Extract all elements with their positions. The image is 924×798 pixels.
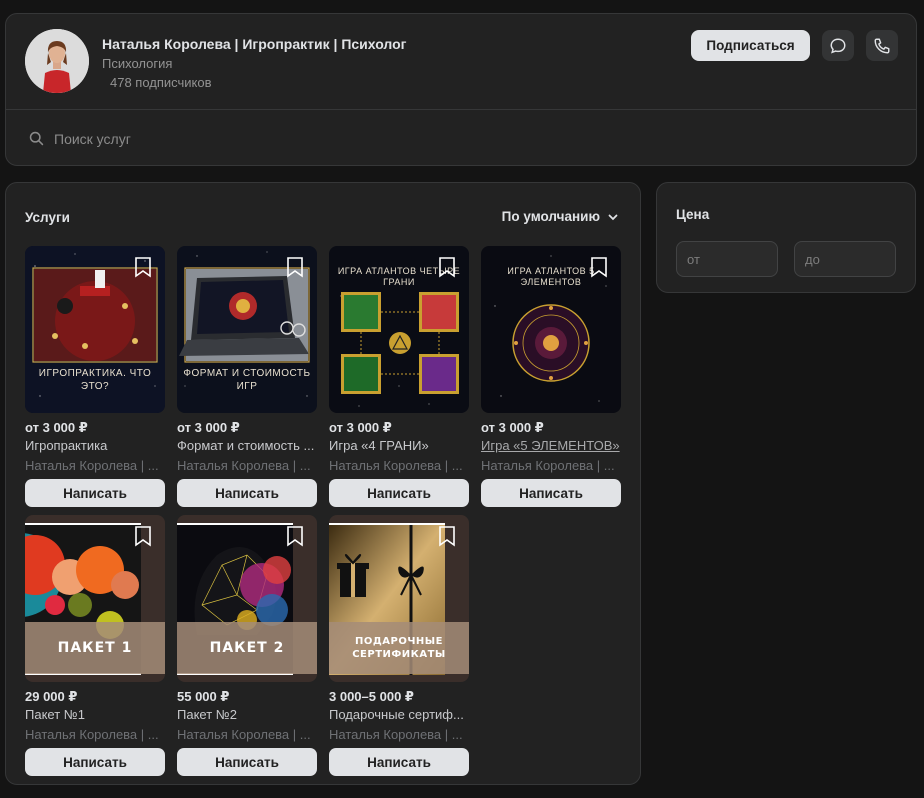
service-seller: Наталья Королева | ... bbox=[329, 727, 463, 742]
services-title: Услуги bbox=[25, 210, 70, 225]
service-name[interactable]: Игра «4 ГРАНИ» bbox=[329, 438, 469, 453]
service-image[interactable]: ПОДАРОЧНЫЕ СЕРТИФИКАТЫ bbox=[329, 515, 469, 682]
community-header: Наталья Королева | Игропрактик | Психоло… bbox=[5, 13, 917, 166]
message-button[interactable] bbox=[822, 30, 854, 61]
message-icon bbox=[830, 38, 846, 53]
search-icon bbox=[29, 131, 44, 146]
service-price: 29 000 ₽ bbox=[25, 689, 78, 704]
service-card[interactable]: ИГРА АТЛАНТОВ 5 ЭЛЕМЕНТОВ от 3 000 ₽ Игр… bbox=[481, 246, 621, 507]
service-name[interactable]: Пакет №2 bbox=[177, 707, 317, 722]
service-price: от 3 000 ₽ bbox=[329, 420, 392, 435]
service-card[interactable]: ПАКЕТ 2 55 000 ₽ Пакет №2 Наталья Короле… bbox=[177, 515, 317, 776]
service-card[interactable]: ФОРМАТ И СТОИМОСТЬ ИГР от 3 000 ₽ Формат… bbox=[177, 246, 317, 507]
service-image-caption: ПОДАРОЧНЫЕ СЕРТИФИКАТЫ bbox=[329, 622, 469, 674]
avatar[interactable] bbox=[25, 29, 89, 93]
phone-icon bbox=[874, 38, 890, 53]
write-button[interactable]: Написать bbox=[177, 748, 317, 776]
write-button[interactable]: Написать bbox=[25, 748, 165, 776]
bookmark-icon[interactable] bbox=[285, 256, 305, 278]
search-input[interactable] bbox=[54, 130, 454, 147]
service-price: от 3 000 ₽ bbox=[481, 420, 544, 435]
price-from-input[interactable] bbox=[676, 241, 778, 277]
write-button[interactable]: Написать bbox=[329, 479, 469, 507]
bookmark-icon[interactable] bbox=[589, 256, 609, 278]
page-title[interactable]: Наталья Королева | Игропрактик | Психоло… bbox=[102, 36, 407, 52]
header-divider bbox=[6, 109, 916, 110]
service-seller: Наталья Королева | ... bbox=[177, 458, 311, 473]
service-card[interactable]: ПОДАРОЧНЫЕ СЕРТИФИКАТЫ 3 000–5 000 ₽ Под… bbox=[329, 515, 469, 776]
service-image-caption: ИГРОПРАКТИКА. ЧТО ЭТО? bbox=[38, 368, 152, 392]
bookmark-icon[interactable] bbox=[133, 256, 153, 278]
service-image[interactable]: ИГРОПРАКТИКА. ЧТО ЭТО? bbox=[25, 246, 165, 413]
service-card[interactable]: ИГРА АТЛАНТОВ ЧЕТЫРЕ ГРАНИ от 3 000 ₽ Иг… bbox=[329, 246, 469, 507]
write-button[interactable]: Написать bbox=[25, 479, 165, 507]
followers-count[interactable]: 478 подписчиков bbox=[110, 75, 212, 90]
price-to-input[interactable] bbox=[794, 241, 896, 277]
service-image-caption: ПАКЕТ 1 bbox=[25, 622, 165, 674]
service-image[interactable]: ИГРА АТЛАНТОВ ЧЕТЫРЕ ГРАНИ bbox=[329, 246, 469, 413]
service-name[interactable]: Пакет №1 bbox=[25, 707, 165, 722]
page-category[interactable]: Психология bbox=[102, 56, 172, 71]
service-name[interactable]: Формат и стоимость ... bbox=[177, 438, 317, 453]
chevron-down-icon bbox=[608, 214, 618, 220]
service-image[interactable]: ПАКЕТ 1 bbox=[25, 515, 165, 682]
service-card[interactable]: ПАКЕТ 1 29 000 ₽ Пакет №1 Наталья Короле… bbox=[25, 515, 165, 776]
write-button[interactable]: Написать bbox=[329, 748, 469, 776]
service-image[interactable]: ПАКЕТ 2 bbox=[177, 515, 317, 682]
service-name[interactable]: Игропрактика bbox=[25, 438, 165, 453]
service-name[interactable]: Игра «5 ЭЛЕМЕНТОВ» bbox=[481, 438, 621, 453]
sort-label: По умолчанию bbox=[501, 209, 600, 224]
bookmark-icon[interactable] bbox=[437, 256, 457, 278]
bookmark-icon[interactable] bbox=[285, 525, 305, 547]
bookmark-icon[interactable] bbox=[437, 525, 457, 547]
service-price: 55 000 ₽ bbox=[177, 689, 230, 704]
service-image-caption: ПАКЕТ 2 bbox=[177, 622, 317, 674]
service-price: от 3 000 ₽ bbox=[177, 420, 240, 435]
write-button[interactable]: Написать bbox=[481, 479, 621, 507]
bookmark-icon[interactable] bbox=[133, 525, 153, 547]
service-seller: Наталья Королева | ... bbox=[329, 458, 463, 473]
service-card[interactable]: ИГРОПРАКТИКА. ЧТО ЭТО? от 3 000 ₽ Игропр… bbox=[25, 246, 165, 507]
service-image[interactable]: ФОРМАТ И СТОИМОСТЬ ИГР bbox=[177, 246, 317, 413]
write-button[interactable]: Написать bbox=[177, 479, 317, 507]
service-name[interactable]: Подарочные сертиф... bbox=[329, 707, 469, 722]
service-seller: Наталья Королева | ... bbox=[177, 727, 311, 742]
service-image-caption: ФОРМАТ И СТОИМОСТЬ ИГР bbox=[183, 368, 311, 392]
service-seller: Наталья Королева | ... bbox=[25, 458, 159, 473]
service-seller: Наталья Королева | ... bbox=[25, 727, 159, 742]
search-bar[interactable] bbox=[28, 130, 454, 147]
service-seller: Наталья Королева | ... bbox=[481, 458, 615, 473]
sort-dropdown[interactable]: По умолчанию bbox=[502, 209, 619, 224]
service-price: 3 000–5 000 ₽ bbox=[329, 689, 414, 704]
service-image[interactable]: ИГРА АТЛАНТОВ 5 ЭЛЕМЕНТОВ bbox=[481, 246, 621, 413]
price-filter-title: Цена bbox=[676, 207, 710, 222]
subscribe-button[interactable]: Подписаться bbox=[691, 30, 810, 61]
services-panel: Услуги По умолчанию ИГРОПРАКТИКА. ЧТО ЭТ… bbox=[5, 182, 641, 785]
call-button[interactable] bbox=[866, 30, 898, 61]
price-filter-panel: Цена bbox=[656, 182, 916, 293]
service-price: от 3 000 ₽ bbox=[25, 420, 88, 435]
